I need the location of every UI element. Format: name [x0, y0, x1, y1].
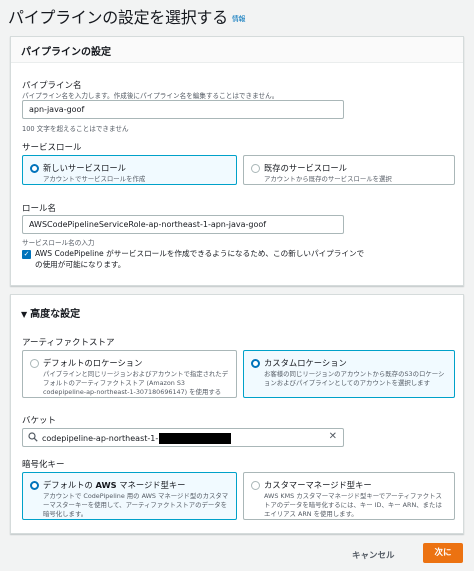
- pipeline-settings-header: パイプラインの設定: [11, 37, 463, 63]
- default-location-desc: パイプラインと同じリージョンおよびアカウントで指定されたデフォルトのアーティファ…: [43, 370, 229, 396]
- role-name-label: ロール名: [22, 204, 57, 214]
- clear-icon[interactable]: ✕: [329, 431, 337, 442]
- pipeline-name-constraint: 100 文字を超えることはできません: [22, 125, 129, 133]
- cancel-button[interactable]: キャンセル: [352, 549, 395, 561]
- custom-location-title: カスタムロケーション: [264, 358, 347, 368]
- new-service-role-desc: アカウントでサービスロールを作成: [43, 175, 146, 183]
- advanced-settings-panel: ▼ 高度な設定 アーティファクトストア デフォルトのロケーション パイプラインと同…: [10, 294, 464, 534]
- role-name-hint: サービスロール名の入力: [22, 239, 95, 247]
- page-title-text: パイプラインの設定を選択する: [8, 8, 228, 27]
- customer-managed-key-option[interactable]: カスタマーマネージド型キー AWS KMS カスタマーマネージド型キーでアーティ…: [243, 472, 455, 520]
- redacted-block: [159, 433, 232, 444]
- bucket-value: codepipeline-ap-northeast-1-: [42, 434, 159, 443]
- encryption-key-label: 暗号化キー: [22, 460, 65, 470]
- existing-service-role-desc: アカウントから既存のサービスロールを選択: [264, 175, 392, 183]
- new-service-role-option[interactable]: 新しいサービスロール アカウントでサービスロールを作成: [22, 155, 237, 185]
- customer-managed-key-title: カスタマーマネージド型キー: [264, 480, 372, 490]
- next-button[interactable]: 次に: [423, 543, 463, 563]
- default-aws-managed-key-option[interactable]: デフォルトの AWS マネージド型キー アカウントで CodePipeline …: [22, 472, 237, 520]
- allow-role-checkbox-label: AWS CodePipeline がサービスロールを作成できるようになるため、こ…: [35, 249, 365, 269]
- default-key-title-suffix: マネージド型キー: [119, 480, 186, 490]
- pipeline-name-input[interactable]: apn-java-goof: [22, 100, 344, 119]
- custom-location-option[interactable]: カスタムロケーション お客様の同じリージョンのアカウントから既存のS3のロケーシ…: [243, 350, 455, 398]
- bucket-label: バケット: [22, 416, 57, 426]
- default-aws-managed-key-radio[interactable]: [30, 481, 39, 490]
- advanced-settings-header[interactable]: ▼ 高度な設定: [11, 295, 463, 325]
- existing-service-role-option[interactable]: 既存のサービスロール アカウントから既存のサービスロールを選択: [243, 155, 455, 185]
- search-icon: [28, 432, 38, 442]
- new-service-role-radio[interactable]: [30, 164, 39, 173]
- default-location-title: デフォルトのロケーション: [43, 358, 143, 368]
- default-key-title-prefix: デフォルトの: [43, 480, 93, 490]
- allow-role-checkbox[interactable]: ✓: [22, 250, 31, 259]
- bucket-search-input[interactable]: codepipeline-ap-northeast-1- ✕: [22, 428, 344, 447]
- pipeline-settings-panel: パイプラインの設定 パイプライン名 パイプライン名を入力します。作成後にパイプラ…: [10, 36, 464, 286]
- pipeline-name-description: パイプライン名を入力します。作成後にパイプライン名を編集することはできません。: [22, 92, 279, 100]
- caret-down-icon: ▼: [21, 310, 28, 319]
- page-title: パイプラインの設定を選択する 情報: [8, 4, 246, 28]
- default-aws-managed-key-title: デフォルトの AWS マネージド型キー: [43, 479, 230, 491]
- customer-managed-key-desc: AWS KMS カスタマーマネージド型キーでアーティファクトストアのデータを暗号…: [264, 492, 442, 518]
- artifact-store-label: アーティファクトストア: [22, 338, 115, 348]
- default-location-radio[interactable]: [30, 359, 39, 368]
- new-service-role-title: 新しいサービスロール: [43, 163, 126, 173]
- custom-location-radio[interactable]: [251, 359, 260, 368]
- default-aws-managed-key-desc: アカウントで CodePipeline 用の AWS マネージド型のカスタマーマ…: [43, 492, 229, 518]
- default-key-title-aws: AWS: [95, 480, 117, 490]
- advanced-settings-title: 高度な設定: [30, 309, 81, 320]
- existing-service-role-radio[interactable]: [251, 164, 260, 173]
- customer-managed-key-radio[interactable]: [251, 481, 260, 490]
- service-role-label: サービスロール: [22, 143, 82, 153]
- custom-location-desc: お客様の同じリージョンのアカウントから既存のS3のロケーションおよびパイプライン…: [264, 370, 445, 387]
- info-link[interactable]: 情報: [232, 15, 246, 23]
- role-name-input[interactable]: AWSCodePipelineServiceRole-ap-northeast-…: [22, 215, 344, 234]
- existing-service-role-title: 既存のサービスロール: [264, 163, 347, 173]
- default-location-option[interactable]: デフォルトのロケーション パイプラインと同じリージョンおよびアカウントで指定され…: [22, 350, 237, 398]
